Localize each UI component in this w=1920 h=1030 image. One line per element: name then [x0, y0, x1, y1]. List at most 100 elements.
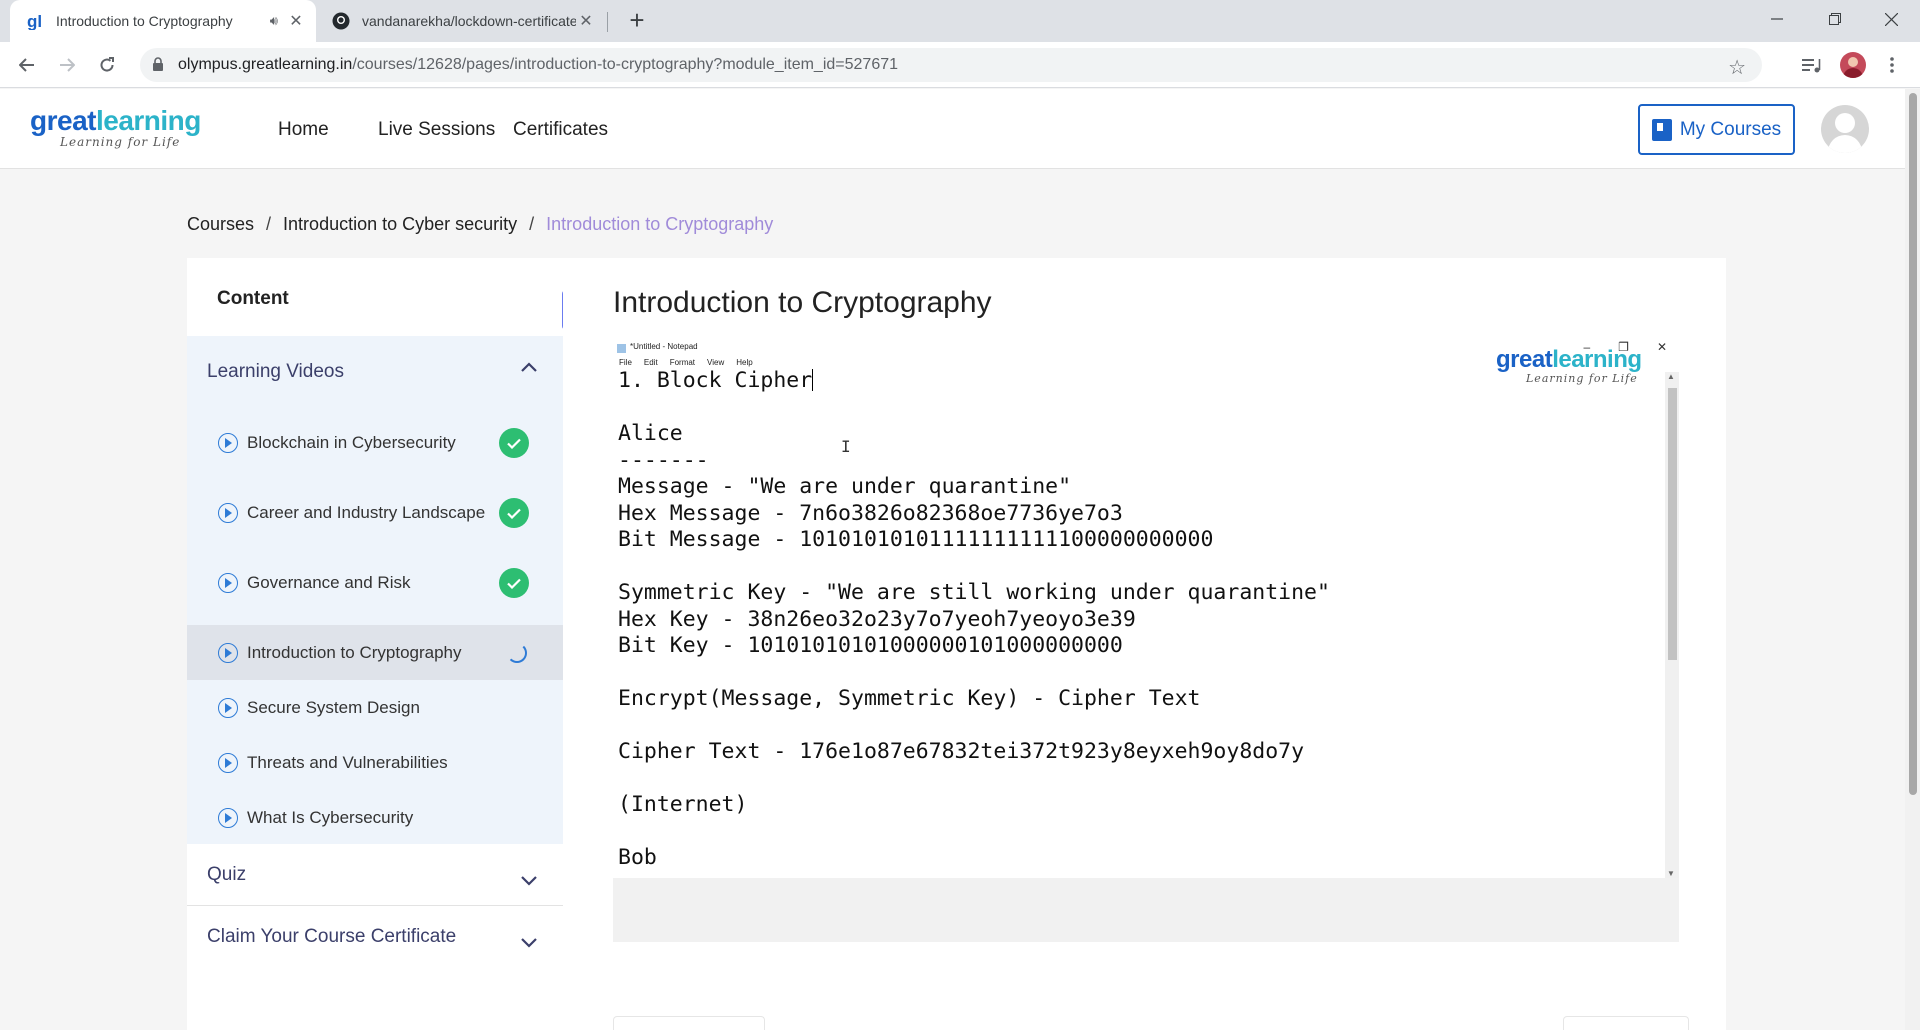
bookmark-star-icon[interactable]: ☆: [1728, 55, 1746, 80]
close-icon: ✕: [1656, 340, 1667, 354]
user-avatar[interactable]: [1821, 105, 1869, 153]
breadcrumb-courses[interactable]: Courses: [187, 214, 254, 235]
back-arrow-icon[interactable]: [12, 50, 42, 80]
notepad-menu-file: File: [619, 358, 632, 367]
learning-videos-list: Blockchain in Cybersecurity Career and I…: [187, 408, 563, 844]
notepad-line: [618, 395, 1330, 422]
main-content: Introduction to Cryptography *Untitled -…: [563, 258, 1726, 1030]
restore-icon[interactable]: [1806, 0, 1864, 38]
notepad-line: Hex Key - 38n26eo32o23y7o7yeoh7yeoyo3e39: [618, 606, 1136, 632]
logo-tagline: Learning for Life: [60, 135, 181, 149]
logo-great: great: [30, 105, 96, 136]
close-tab-icon[interactable]: ✕: [286, 11, 306, 31]
chevron-up-icon: [521, 356, 537, 378]
url-host: olympus.greatlearning.in: [178, 56, 353, 73]
section-quiz[interactable]: Quiz: [187, 844, 563, 906]
play-circle-icon: [218, 503, 238, 523]
nav-live-sessions[interactable]: Live Sessions: [378, 119, 495, 141]
video-label: Career and Industry Landscape: [247, 503, 486, 522]
play-circle-icon: [218, 697, 238, 718]
section-certificate[interactable]: Claim Your Course Certificate: [187, 906, 563, 968]
browser-tab-github[interactable]: vandanarekha/lockdown-certificates ✕: [316, 0, 606, 42]
nav-home[interactable]: Home: [278, 119, 329, 141]
tab-title: vandanarekha/lockdown-certificates: [362, 13, 576, 29]
speaker-icon[interactable]: 🔊︎: [270, 13, 278, 29]
notepad-line: Symmetric Key - "We are still working un…: [618, 580, 1330, 605]
video-label: Introduction to Cryptography: [247, 642, 462, 662]
loading-spinner-icon: [507, 642, 527, 663]
notepad-line: Encrypt(Message, Symmetric Key) - Cipher…: [618, 686, 1201, 711]
browser-tabstrip: gl Introduction to Cryptography 🔊︎ ✕ van…: [0, 0, 1920, 42]
section-learning-videos[interactable]: Learning Videos: [187, 336, 563, 408]
previous-button[interactable]: [613, 1016, 765, 1030]
video-label: Governance and Risk: [247, 573, 411, 592]
next-button[interactable]: [1563, 1016, 1689, 1030]
notepad-menu-help: Help: [736, 358, 753, 367]
notepad-title: *Untitled - Notepad: [630, 342, 698, 351]
github-icon: [332, 12, 350, 30]
forward-arrow-icon[interactable]: [52, 50, 82, 80]
notepad-line: [618, 766, 1330, 793]
my-courses-button[interactable]: My Courses: [1638, 104, 1795, 155]
breadcrumb-separator: /: [529, 214, 535, 234]
new-tab-icon[interactable]: +: [622, 6, 652, 36]
close-window-icon[interactable]: [1862, 0, 1920, 38]
logo-tagline: Learning for Life: [1526, 372, 1638, 385]
notepad-line: Bit Key - 10101010101000000101000000000: [618, 633, 1123, 658]
book-icon: [1651, 118, 1672, 141]
media-queue-icon[interactable]: [1797, 50, 1827, 80]
video-label: Secure System Design: [247, 697, 420, 717]
breadcrumb-course[interactable]: Introduction to Cyber security: [283, 214, 517, 235]
video-player[interactable]: *Untitled - Notepad – ❐ ✕ File Edit Form…: [613, 340, 1679, 878]
list-item[interactable]: Secure System Design: [187, 680, 563, 735]
nav-certificates[interactable]: Certificates: [513, 119, 608, 141]
browser-toolbar: olympus.greatlearning.in/courses/12628/p…: [0, 42, 1920, 88]
check-circle-icon: [499, 568, 529, 598]
browser-menu-icon[interactable]: [1880, 50, 1904, 80]
list-item[interactable]: Blockchain in Cybersecurity: [187, 408, 563, 478]
address-bar[interactable]: olympus.greatlearning.in/courses/12628/p…: [140, 48, 1762, 82]
browser-tab-active[interactable]: gl Introduction to Cryptography 🔊︎ ✕: [10, 0, 316, 42]
breadcrumb-separator: /: [266, 214, 272, 234]
page-title: Introduction to Cryptography: [613, 286, 992, 319]
notepad-line: [618, 554, 1330, 581]
content-sidebar: Content Learning Videos Blockchain in Cy…: [187, 258, 563, 1030]
url-path: /courses/12628/pages/introduction-to-cry…: [352, 56, 899, 73]
reload-icon[interactable]: [92, 50, 122, 80]
list-item-active[interactable]: Introduction to Cryptography: [187, 625, 563, 680]
my-courses-label: My Courses: [1679, 118, 1782, 140]
notepad-line: -------: [618, 447, 709, 473]
text-cursor-icon: I: [841, 437, 851, 456]
notepad-line: Alice: [618, 421, 683, 446]
list-item[interactable]: Governance and Risk: [187, 548, 563, 618]
notepad-line: [618, 660, 1330, 687]
list-item[interactable]: What Is Cybersecurity: [187, 790, 563, 845]
greatlearning-logo[interactable]: greatlearning Learning for Life: [30, 105, 201, 150]
section-label: Learning Videos: [207, 361, 344, 382]
notepad-menu-view: View: [707, 358, 725, 367]
notepad-line: (Internet): [618, 792, 748, 817]
logo-learning: learning: [95, 105, 201, 136]
minimize-icon[interactable]: [1748, 0, 1806, 38]
play-circle-icon: [218, 642, 238, 663]
lock-icon[interactable]: [152, 57, 164, 77]
play-circle-icon: [218, 573, 238, 593]
video-controls-bar[interactable]: [613, 878, 1679, 942]
site-header: greatlearning Learning for Life Home Liv…: [0, 89, 1905, 169]
check-circle-icon: [499, 498, 529, 528]
video-label: Blockchain in Cybersecurity: [247, 433, 456, 452]
video-watermark-logo: greatlearning Learning for Life: [1496, 346, 1642, 386]
breadcrumb-current: Introduction to Cryptography: [546, 214, 774, 234]
section-label: Quiz: [207, 864, 247, 885]
logo-great: great: [1496, 346, 1553, 373]
page-scrollbar[interactable]: [1905, 89, 1920, 1030]
notepad-scrollbar: ▲ ▼: [1665, 372, 1679, 878]
list-item[interactable]: Threats and Vulnerabilities: [187, 735, 563, 790]
tab-title: Introduction to Cryptography: [56, 13, 233, 29]
play-circle-icon: [218, 807, 238, 828]
chevron-down-icon: [521, 932, 537, 954]
notepad-menu-format: Format: [669, 358, 696, 367]
close-tab-icon[interactable]: ✕: [576, 11, 596, 31]
profile-avatar[interactable]: [1838, 50, 1868, 80]
list-item[interactable]: Career and Industry Landscape: [187, 478, 563, 548]
